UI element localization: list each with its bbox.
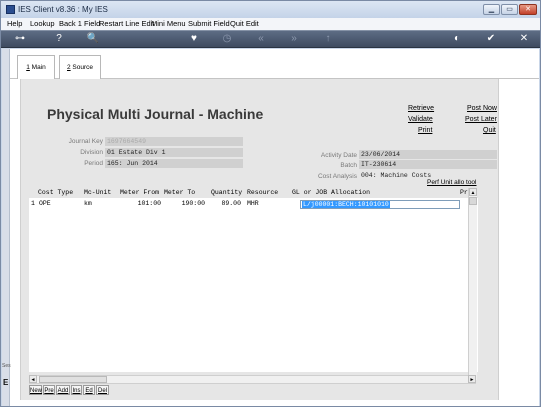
minimize-button[interactable]: ▁ [483, 4, 500, 15]
session-sidebar: Ses E [2, 49, 11, 406]
grid-header-row: Cost Type Mc-Unit Meter From Meter To Qu… [29, 188, 481, 198]
col-meter-to: Meter To [164, 189, 196, 196]
row-line-number: 1 [31, 200, 35, 207]
activity-date-field[interactable]: 23/06/2014 [359, 150, 497, 159]
col-cost-type: Cost Type [38, 189, 74, 196]
close-window-button[interactable]: ✕ [519, 4, 537, 15]
menu-back-1-field[interactable]: Back 1 Field [59, 19, 100, 28]
search-icon[interactable]: 🔍 [86, 33, 100, 45]
insert-line-button[interactable]: Ins [71, 385, 82, 395]
batch-field[interactable]: IT-230614 [359, 160, 497, 169]
new-line-button[interactable]: New [29, 385, 42, 395]
rewind-icon[interactable]: « [254, 33, 268, 45]
session-mark: E [3, 378, 9, 387]
col-quantity: Quantity [211, 189, 243, 196]
toolbar: ⊶ ? 🔍 ♥ ◷ « » ↑ ◐ ✔ ✕ [1, 30, 540, 48]
post-later-link[interactable]: Post Later [465, 116, 497, 123]
save-icon[interactable]: ◐ [450, 33, 464, 45]
col-gl-job-allocation: GL or JOB Allocation [292, 189, 371, 196]
title-bar: IES Client v8.36 : My IES ▁ ▭ ✕ [1, 1, 540, 18]
col-meter-from: Meter From [120, 189, 160, 196]
post-now-link[interactable]: Post Now [467, 105, 497, 112]
tab-source-label: Source [70, 64, 94, 71]
menu-mini-menu[interactable]: Mini Menu [151, 19, 186, 28]
tab-strip: 1 Main 2 Source [10, 49, 539, 79]
cell-cost-type[interactable]: OPE [39, 200, 51, 207]
horizontal-scroll-thumb[interactable] [39, 376, 107, 383]
menu-quit-edit[interactable]: Quit Edit [230, 19, 259, 28]
close-icon[interactable]: ✕ [517, 33, 531, 45]
horizontal-scrollbar[interactable]: ◄ ► [29, 375, 476, 384]
menu-restart-line-edit[interactable]: Restart Line Edit [99, 19, 154, 28]
period-label: Period [84, 160, 103, 167]
retrieve-link[interactable]: Retrieve [408, 105, 434, 112]
perf-unit-allo-tool-link[interactable]: Perf Unit allo tool [427, 179, 477, 186]
key-icon[interactable]: ⊶ [9, 33, 31, 45]
cell-mc-unit[interactable]: km [84, 200, 92, 207]
content-area: Ses E 1 Main 2 Source Physical Multi Jou… [2, 49, 539, 406]
division-field[interactable]: 01 Estate Div 1 [105, 148, 243, 157]
col-mc-unit: Mc-Unit [84, 189, 112, 196]
page-title: Physical Multi Journal - Machine [47, 106, 264, 122]
validate-link[interactable]: Validate [408, 116, 433, 123]
cell-quantity[interactable]: 89.00 [213, 200, 241, 207]
gl-allocation-selected-text: L/j00001:BECH:10101010 [302, 201, 390, 208]
tab-source[interactable]: 2 Source [59, 55, 101, 79]
application-window: IES Client v8.36 : My IES ▁ ▭ ✕ Help Loo… [0, 0, 541, 407]
table-row[interactable]: 1 OPE km 101:00 190:00 89.00 MHR L/j0000… [29, 198, 478, 210]
maximize-button[interactable]: ▭ [501, 4, 518, 15]
print-link[interactable]: Print [418, 127, 432, 134]
division-label: Division [80, 149, 103, 156]
upload-icon[interactable]: ↑ [321, 33, 335, 45]
cell-meter-to[interactable]: 190:00 [169, 200, 205, 207]
journal-key-field[interactable]: 1697664549 [105, 137, 243, 146]
gl-allocation-input[interactable]: L/j00001:BECH:10101010 [300, 200, 460, 209]
confirm-icon[interactable]: ✔ [484, 33, 498, 45]
activity-date-label: Activity Date [320, 152, 357, 159]
app-logo-icon [6, 5, 15, 14]
menu-bar: Help Lookup Back 1 Field Restart Line Ed… [1, 18, 540, 30]
scroll-left-icon[interactable]: ◄ [29, 375, 37, 383]
col-resource: Resource [247, 189, 279, 196]
scroll-thumb[interactable] [469, 197, 477, 205]
vertical-scrollbar[interactable]: ▲ [468, 188, 477, 380]
quit-link[interactable]: Quit [483, 127, 496, 134]
col-pr: Pr [460, 189, 468, 196]
window-title: IES Client v8.36 : My IES [18, 5, 108, 14]
cost-analysis-label: Cost Analysis [317, 173, 357, 180]
session-label: Ses [2, 363, 11, 369]
scroll-right-icon[interactable]: ► [468, 375, 476, 383]
cell-meter-from[interactable]: 101:00 [125, 200, 161, 207]
add-line-button[interactable]: Add [56, 385, 70, 395]
fast-forward-icon[interactable]: » [287, 33, 301, 45]
edit-line-button[interactable]: Ed [83, 385, 95, 395]
tab-main-label: Main [29, 64, 46, 71]
previous-line-button[interactable]: Pre [43, 385, 55, 395]
cell-resource[interactable]: MHR [247, 200, 259, 207]
menu-lookup[interactable]: Lookup [30, 19, 55, 28]
help-icon[interactable]: ? [52, 33, 66, 45]
clock-icon[interactable]: ◷ [220, 33, 234, 45]
scroll-up-icon[interactable]: ▲ [469, 188, 477, 196]
delete-line-button[interactable]: Del [96, 385, 109, 395]
journal-grid: 1 OPE km 101:00 190:00 89.00 MHR L/j0000… [29, 198, 478, 372]
heart-icon[interactable]: ♥ [187, 33, 201, 45]
journal-key-label: Journal Key [68, 138, 103, 145]
menu-submit-field[interactable]: Submit Field [188, 19, 230, 28]
tab-main[interactable]: 1 Main [17, 55, 55, 79]
batch-label: Batch [340, 162, 357, 169]
menu-help[interactable]: Help [7, 19, 22, 28]
period-field[interactable]: 165: Jun 2014 [105, 159, 243, 168]
